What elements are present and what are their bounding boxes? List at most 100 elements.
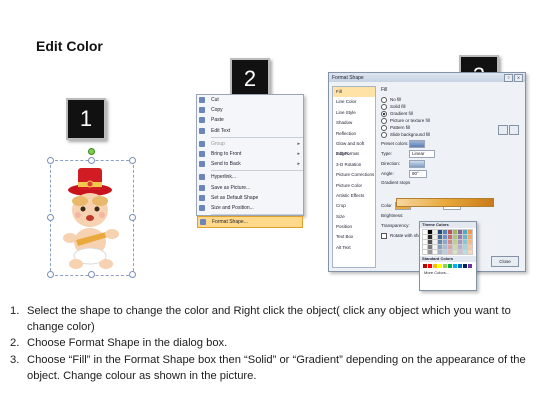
- radio-button[interactable]: [381, 110, 387, 117]
- menu-item-set-as-default-shape[interactable]: Set as Default Shape: [197, 193, 303, 203]
- preset-colors-picker[interactable]: [409, 139, 425, 148]
- color-swatch[interactable]: [447, 249, 453, 255]
- menu-item-copy[interactable]: Copy: [197, 105, 303, 115]
- menu-item-paste[interactable]: Paste: [197, 115, 303, 125]
- color-swatch[interactable]: [422, 244, 428, 250]
- color-swatch[interactable]: [442, 234, 448, 240]
- color-swatch[interactable]: [437, 234, 443, 240]
- color-swatch[interactable]: [448, 264, 452, 268]
- color-swatch[interactable]: [433, 264, 437, 268]
- color-swatch[interactable]: [427, 249, 433, 255]
- color-swatch[interactable]: [452, 234, 458, 240]
- category-crop[interactable]: Crop: [333, 201, 375, 211]
- color-swatch[interactable]: [437, 229, 443, 235]
- category-glow-and-soft-edges[interactable]: Glow and Soft Edges: [333, 139, 375, 156]
- category-picture-color[interactable]: Picture Color: [333, 181, 375, 191]
- color-swatch[interactable]: [467, 234, 473, 240]
- menu-item-size-and-position[interactable]: Size and Position...: [197, 203, 303, 213]
- color-swatch[interactable]: [437, 239, 443, 245]
- menu-item-save-as-picture[interactable]: Save as Picture...: [197, 183, 303, 193]
- radio-button[interactable]: [381, 103, 387, 110]
- category-alt-text[interactable]: Alt Text: [333, 243, 375, 253]
- rotation-handle[interactable]: [88, 148, 95, 155]
- color-swatch[interactable]: [452, 239, 458, 245]
- color-swatch[interactable]: [442, 239, 448, 245]
- color-swatch[interactable]: [457, 244, 463, 250]
- color-swatch[interactable]: [422, 234, 428, 240]
- fill-option-solid-fill[interactable]: Solid fill: [381, 103, 521, 110]
- menu-item-edit-text[interactable]: Edit Text: [197, 126, 303, 136]
- radio-button[interactable]: [381, 96, 387, 103]
- color-swatch[interactable]: [427, 229, 433, 235]
- category-shadow[interactable]: Shadow: [333, 118, 375, 128]
- color-swatch[interactable]: [423, 264, 427, 268]
- color-swatch[interactable]: [462, 229, 468, 235]
- direction-picker[interactable]: [409, 159, 425, 168]
- category-3-d-format[interactable]: 3-D Format: [333, 149, 375, 159]
- color-swatch[interactable]: [457, 239, 463, 245]
- color-swatch[interactable]: [452, 229, 458, 235]
- category-line-color[interactable]: Line Color: [333, 97, 375, 107]
- color-swatch[interactable]: [447, 244, 453, 250]
- radio-button[interactable]: [381, 117, 387, 124]
- category-picture-corrections[interactable]: Picture Corrections: [333, 170, 375, 180]
- category-text-box[interactable]: Text Box: [333, 232, 375, 242]
- category-3-d-rotation[interactable]: 3-D Rotation: [333, 160, 375, 170]
- color-swatch[interactable]: [432, 239, 438, 245]
- menu-item-hyperlink[interactable]: Hyperlink...: [197, 172, 303, 182]
- color-swatch[interactable]: [432, 244, 438, 250]
- color-swatch[interactable]: [468, 264, 472, 268]
- fill-option-gradient-fill[interactable]: Gradient fill: [381, 110, 521, 117]
- color-swatch[interactable]: [457, 249, 463, 255]
- color-swatch[interactable]: [432, 234, 438, 240]
- color-swatch[interactable]: [447, 234, 453, 240]
- color-swatch[interactable]: [462, 239, 468, 245]
- color-swatch[interactable]: [437, 244, 443, 250]
- menu-item-send-to-back[interactable]: Send to Back ▸: [197, 159, 303, 169]
- color-swatch[interactable]: [432, 229, 438, 235]
- color-swatch[interactable]: [438, 264, 442, 268]
- category-size[interactable]: Size: [333, 212, 375, 222]
- color-swatch[interactable]: [462, 244, 468, 250]
- color-swatch[interactable]: [427, 244, 433, 250]
- selected-shape[interactable]: [47, 148, 136, 278]
- category-position[interactable]: Position: [333, 222, 375, 232]
- menu-item-format-shape[interactable]: Format Shape...: [197, 216, 303, 229]
- color-swatch[interactable]: [427, 234, 433, 240]
- gradient-stops-bar[interactable]: [396, 198, 494, 207]
- checkbox[interactable]: [381, 232, 387, 239]
- color-swatch[interactable]: [452, 244, 458, 250]
- close-icon[interactable]: X: [514, 74, 523, 82]
- color-swatch[interactable]: [462, 234, 468, 240]
- color-swatch[interactable]: [467, 249, 473, 255]
- color-swatch[interactable]: [422, 239, 428, 245]
- color-swatch[interactable]: [467, 239, 473, 245]
- color-swatch[interactable]: [442, 249, 448, 255]
- color-swatch[interactable]: [463, 264, 467, 268]
- color-swatch[interactable]: [442, 229, 448, 235]
- menu-item-cut[interactable]: Cut: [197, 95, 303, 105]
- fill-option-picture-or-texture-fill[interactable]: Picture or texture fill: [381, 117, 521, 124]
- close-button[interactable]: Close: [491, 256, 519, 267]
- color-swatch[interactable]: [443, 264, 447, 268]
- color-swatch[interactable]: [428, 264, 432, 268]
- help-button[interactable]: ?: [504, 74, 513, 82]
- menu-item-bring-to-front[interactable]: Bring to Front ▸: [197, 149, 303, 159]
- color-swatch[interactable]: [442, 244, 448, 250]
- color-swatch[interactable]: [422, 229, 428, 235]
- fill-option-no-fill[interactable]: No fill: [381, 96, 521, 103]
- color-swatch[interactable]: [467, 244, 473, 250]
- category-line-style[interactable]: Line Style: [333, 108, 375, 118]
- category-reflection[interactable]: Reflection: [333, 129, 375, 139]
- color-swatch[interactable]: [462, 249, 468, 255]
- remove-stop-button[interactable]: [509, 125, 519, 135]
- color-swatch[interactable]: [422, 249, 428, 255]
- color-swatch[interactable]: [453, 264, 457, 268]
- color-swatch[interactable]: [432, 249, 438, 255]
- radio-button[interactable]: [381, 124, 387, 131]
- color-swatch[interactable]: [437, 249, 443, 255]
- type-select[interactable]: Linear: [409, 149, 435, 158]
- category-fill[interactable]: Fill: [333, 87, 375, 98]
- add-stop-button[interactable]: [498, 125, 508, 135]
- color-swatch[interactable]: [457, 234, 463, 240]
